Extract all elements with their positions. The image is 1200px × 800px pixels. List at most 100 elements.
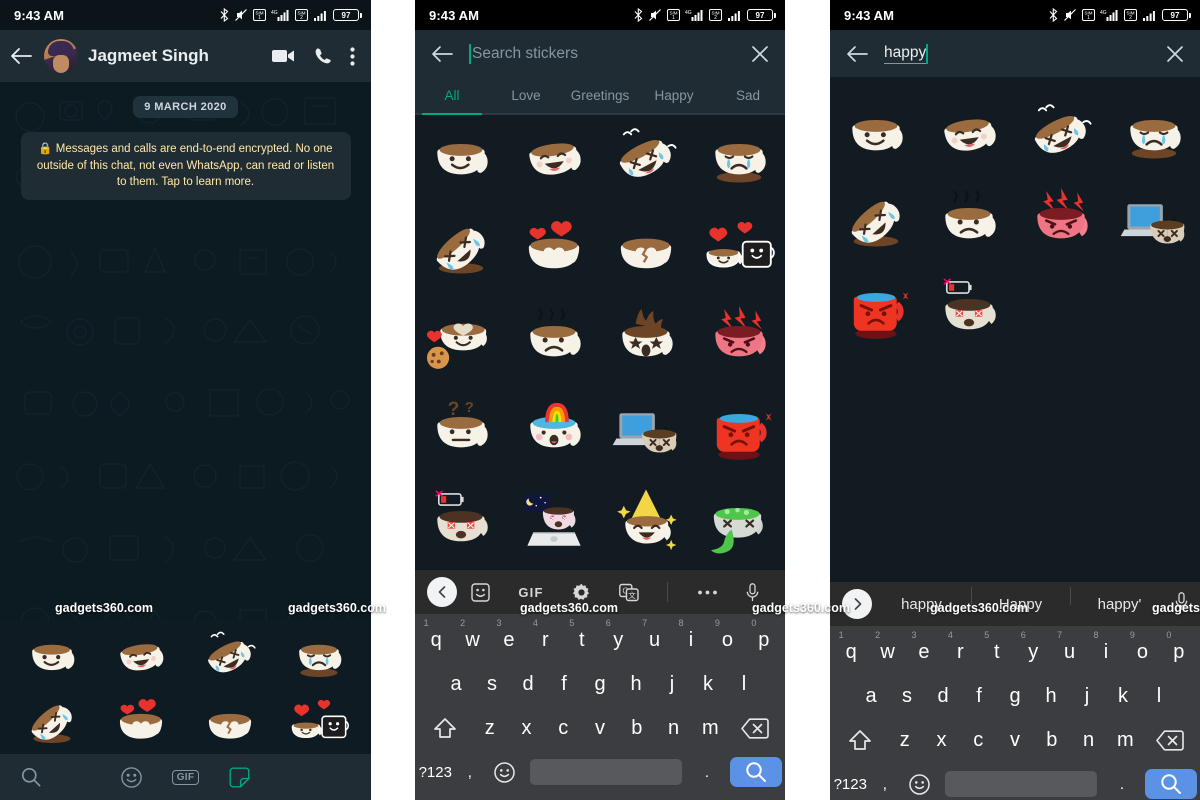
key-e[interactable]: 3e	[906, 630, 942, 674]
key-v[interactable]: v	[582, 706, 619, 750]
key-k[interactable]: k	[1105, 674, 1141, 718]
sticker-item[interactable]	[8, 626, 97, 692]
sticker-item[interactable]	[830, 93, 923, 181]
sticker-item[interactable]	[415, 206, 508, 297]
clear-search-button[interactable]	[751, 45, 769, 63]
key-h[interactable]: h	[618, 662, 654, 706]
emoji-key[interactable]	[487, 750, 522, 794]
tab-happy[interactable]: Happy	[637, 77, 711, 113]
symbols-key[interactable]: ?123	[833, 762, 868, 800]
key-n[interactable]: n	[655, 706, 692, 750]
keyboard-voice-button[interactable]	[746, 582, 759, 602]
clear-search-button[interactable]	[1166, 45, 1184, 63]
key-e[interactable]: 3e	[491, 618, 527, 662]
key-j[interactable]: j	[654, 662, 690, 706]
overflow-menu-button[interactable]	[350, 46, 355, 66]
space-key[interactable]	[944, 771, 1097, 797]
search-enter-key[interactable]	[730, 757, 782, 787]
key-d[interactable]: d	[925, 674, 961, 718]
expand-suggestions-button[interactable]	[842, 589, 872, 619]
key-q[interactable]: 1q	[833, 630, 869, 674]
key-m[interactable]: m	[1107, 718, 1144, 762]
avatar[interactable]	[44, 39, 78, 73]
sticker-item[interactable]	[693, 388, 786, 479]
key-z[interactable]: z	[471, 706, 508, 750]
sticker-item[interactable]	[415, 297, 508, 388]
sticker-item[interactable]	[600, 479, 693, 570]
key-i[interactable]: 8i	[673, 618, 709, 662]
sticker-item[interactable]	[1015, 181, 1108, 269]
key-v[interactable]: v	[997, 718, 1034, 762]
sticker-item[interactable]	[600, 297, 693, 388]
sticker-item[interactable]	[186, 692, 275, 758]
key-c[interactable]: c	[545, 706, 582, 750]
key-r[interactable]: 4r	[942, 630, 978, 674]
sticker-search-button[interactable]	[0, 767, 62, 787]
key-k[interactable]: k	[690, 662, 726, 706]
tab-all[interactable]: All	[415, 77, 489, 115]
key-u[interactable]: 7u	[1051, 630, 1087, 674]
sticker-item[interactable]	[508, 388, 601, 479]
sticker-item[interactable]: ??	[415, 388, 508, 479]
key-f[interactable]: f	[546, 662, 582, 706]
sticker-tab-button[interactable]	[229, 767, 250, 788]
key-t[interactable]: 5t	[564, 618, 600, 662]
sticker-item[interactable]	[508, 206, 601, 297]
emoji-tab-button[interactable]	[120, 766, 142, 788]
key-y[interactable]: 6y	[1015, 630, 1051, 674]
key-s[interactable]: s	[474, 662, 510, 706]
sticker-item[interactable]	[1108, 181, 1200, 269]
key-b[interactable]: b	[618, 706, 655, 750]
search-enter-key[interactable]	[1145, 769, 1197, 799]
sticker-item[interactable]	[923, 93, 1016, 181]
sticker-item[interactable]	[600, 388, 693, 479]
sticker-item[interactable]	[830, 269, 923, 357]
sticker-item[interactable]	[830, 181, 923, 269]
key-a[interactable]: a	[438, 662, 474, 706]
key-y[interactable]: 6y	[600, 618, 636, 662]
key-i[interactable]: 8i	[1088, 630, 1124, 674]
key-w[interactable]: 2w	[869, 630, 905, 674]
key-j[interactable]: j	[1069, 674, 1105, 718]
period-key[interactable]: .	[1105, 762, 1140, 800]
key-g[interactable]: g	[997, 674, 1033, 718]
key-x[interactable]: x	[923, 718, 960, 762]
sticker-item[interactable]	[8, 692, 97, 758]
back-button[interactable]	[846, 45, 868, 63]
backspace-key[interactable]	[1144, 718, 1197, 762]
sticker-item[interactable]	[97, 626, 186, 692]
sticker-item[interactable]	[693, 297, 786, 388]
voice-call-button[interactable]	[314, 47, 332, 65]
sticker-item[interactable]	[274, 626, 363, 692]
key-g[interactable]: g	[582, 662, 618, 706]
keyboard-settings-button[interactable]	[572, 583, 591, 602]
keyboard-more-button[interactable]	[697, 589, 718, 596]
key-c[interactable]: c	[960, 718, 997, 762]
key-a[interactable]: a	[853, 674, 889, 718]
search-input[interactable]: Search stickers	[469, 43, 735, 64]
sticker-item[interactable]	[415, 479, 508, 570]
sticker-item[interactable]	[508, 479, 601, 570]
key-h[interactable]: h	[1033, 674, 1069, 718]
space-key[interactable]	[529, 759, 682, 785]
backspace-key[interactable]	[729, 706, 782, 750]
sticker-item[interactable]	[186, 626, 275, 692]
sticker-item[interactable]	[508, 297, 601, 388]
key-p[interactable]: 0p	[1161, 630, 1197, 674]
key-o[interactable]: 9o	[709, 618, 745, 662]
key-x[interactable]: x	[508, 706, 545, 750]
suggestion-item[interactable]: Happy	[971, 586, 1070, 613]
sticker-item[interactable]	[693, 115, 786, 206]
sticker-item[interactable]	[415, 115, 508, 206]
key-z[interactable]: z	[886, 718, 923, 762]
shift-key[interactable]	[833, 718, 886, 762]
symbols-key[interactable]: ?123	[418, 750, 453, 794]
sticker-item[interactable]	[923, 181, 1016, 269]
key-o[interactable]: 9o	[1124, 630, 1160, 674]
tab-sad[interactable]: Sad	[711, 77, 785, 113]
sticker-item[interactable]	[97, 692, 186, 758]
back-button[interactable]	[431, 45, 453, 63]
key-r[interactable]: 4r	[527, 618, 563, 662]
keyboard-gif-button[interactable]: GIF	[518, 585, 543, 600]
gif-tab-button[interactable]: GIF	[171, 769, 200, 785]
